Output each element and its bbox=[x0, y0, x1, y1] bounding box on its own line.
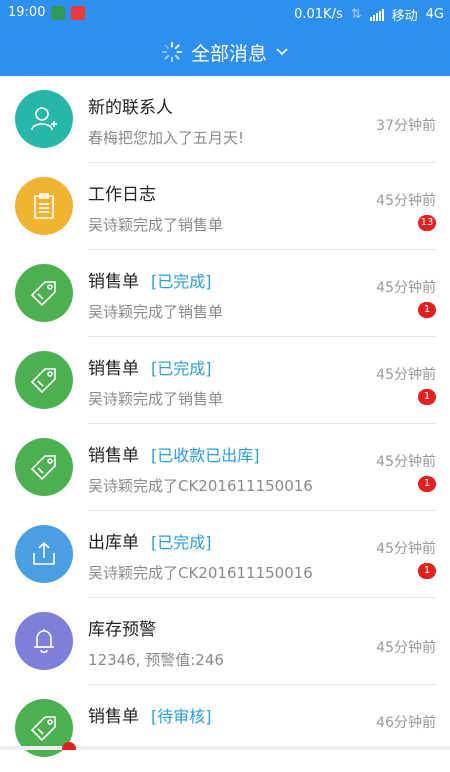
message-preview: 春梅把您加入了五月天! bbox=[88, 129, 245, 147]
status-tag: [待审核] bbox=[151, 706, 212, 726]
status-tag: [已完成] bbox=[151, 271, 212, 291]
message-list: 新的联系人 春梅把您加入了五月天! 37分钟前 工作日志 吴诗颖完成了销售单 4… bbox=[0, 76, 450, 772]
message-title: 销售单 bbox=[88, 446, 139, 466]
message-preview: 吴诗颖完成了销售单 bbox=[88, 390, 224, 408]
message-title: 销售单 bbox=[88, 272, 139, 292]
message-title: 销售单 bbox=[88, 359, 139, 379]
message-time: 46分钟前 bbox=[376, 715, 436, 731]
tab-unread-badge bbox=[62, 742, 76, 750]
chevron-down-icon[interactable] bbox=[275, 45, 289, 59]
message-time: 45分钟前 bbox=[376, 367, 436, 383]
bell-icon bbox=[15, 612, 73, 670]
message-item-new-contact[interactable]: 新的联系人 春梅把您加入了五月天! 37分钟前 bbox=[0, 76, 450, 163]
message-item-work-log[interactable]: 工作日志 吴诗颖完成了销售单 45分钟前 13 bbox=[0, 163, 450, 250]
status-tag: [已完成] bbox=[151, 532, 212, 552]
upload-box-icon bbox=[15, 525, 73, 583]
message-item-outbound-order[interactable]: 出库单 [已完成] 吴诗颖完成了CK201611150016 45分钟前 1 bbox=[0, 511, 450, 598]
stock-app-icon bbox=[71, 5, 86, 20]
status-bar: 19:00 0.01K/s ⇅ 移动 4G bbox=[0, 0, 450, 28]
price-tag-icon bbox=[15, 438, 73, 496]
unread-badge: 1 bbox=[418, 476, 436, 492]
price-tag-icon bbox=[15, 264, 73, 322]
message-time: 45分钟前 bbox=[376, 280, 436, 296]
data-transfer-icon: ⇅ bbox=[350, 7, 362, 22]
carrier-label: 移动 bbox=[391, 9, 418, 24]
message-title: 销售单 bbox=[88, 707, 139, 727]
security-app-icon bbox=[51, 5, 66, 20]
message-title: 工作日志 bbox=[88, 185, 156, 205]
status-tag: [已收款已出库] bbox=[151, 445, 260, 465]
message-filter-title[interactable]: 全部消息 bbox=[191, 39, 267, 66]
unread-badge: 1 bbox=[418, 389, 436, 405]
message-time: 45分钟前 bbox=[376, 640, 436, 656]
add-contact-icon bbox=[15, 90, 73, 148]
message-time: 45分钟前 bbox=[376, 193, 436, 209]
message-title: 库存预警 bbox=[88, 620, 156, 640]
message-preview: 12346, 预警值:246 bbox=[88, 651, 224, 669]
message-preview: 吴诗颖完成了CK201611150016 bbox=[88, 564, 313, 582]
status-time: 19:00 bbox=[8, 5, 46, 20]
message-preview: 吴诗颖完成了CK201611150016 bbox=[88, 477, 313, 495]
message-time: 37分钟前 bbox=[376, 118, 436, 134]
unread-badge: 1 bbox=[418, 302, 436, 318]
message-item-sales-order[interactable]: 销售单 [已完成] 吴诗颖完成了销售单 45分钟前 1 bbox=[0, 250, 450, 337]
loading-spinner-icon bbox=[161, 41, 183, 63]
unread-badge: 13 bbox=[418, 215, 436, 231]
status-tag: [已完成] bbox=[151, 358, 212, 378]
message-time: 45分钟前 bbox=[376, 541, 436, 557]
message-item-sales-order[interactable]: 销售单 [待审核] 46分钟前 bbox=[0, 685, 450, 772]
message-time: 45分钟前 bbox=[376, 454, 436, 470]
message-title: 出库单 bbox=[88, 533, 139, 553]
message-title: 新的联系人 bbox=[88, 98, 173, 118]
message-preview: 吴诗颖完成了销售单 bbox=[88, 216, 224, 234]
network-type: 4G bbox=[425, 7, 444, 22]
signal-icon bbox=[369, 8, 384, 21]
price-tag-icon bbox=[15, 351, 73, 409]
network-speed: 0.01K/s bbox=[294, 7, 343, 22]
clipboard-icon bbox=[15, 177, 73, 235]
unread-badge: 1 bbox=[418, 563, 436, 579]
message-item-sales-order[interactable]: 销售单 [已完成] 吴诗颖完成了销售单 45分钟前 1 bbox=[0, 337, 450, 424]
message-item-sales-order[interactable]: 销售单 [已收款已出库] 吴诗颖完成了CK201611150016 45分钟前 1 bbox=[0, 424, 450, 511]
message-preview: 吴诗颖完成了销售单 bbox=[88, 303, 224, 321]
message-item-stock-alert[interactable]: 库存预警 12346, 预警值:246 45分钟前 bbox=[0, 598, 450, 685]
app-header: 全部消息 bbox=[0, 28, 450, 76]
